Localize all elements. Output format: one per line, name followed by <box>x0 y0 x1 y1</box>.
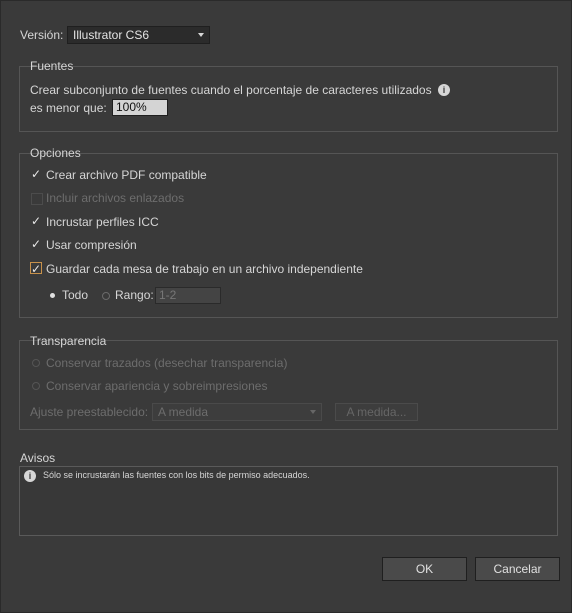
option-compression[interactable]: Usar compresión <box>46 238 137 252</box>
chevron-down-icon <box>310 410 316 414</box>
radio-unselected-icon <box>32 382 40 390</box>
transparencia-option-appearance: Conservar apariencia y sobreimpresiones <box>46 379 268 393</box>
option-pdf-compatible[interactable]: Crear archivo PDF compatible <box>46 168 207 182</box>
transparencia-title: Transparencia <box>30 334 107 348</box>
check-icon[interactable]: ✓ <box>30 215 42 227</box>
rango-input[interactable]: 1-2 <box>155 287 221 304</box>
info-icon: i <box>24 470 36 482</box>
avisos-title: Avisos <box>20 451 56 465</box>
radio-rango-label[interactable]: Rango: <box>115 288 154 302</box>
fuentes-title: Fuentes <box>30 59 74 73</box>
custom-preset-button: A medida... <box>335 403 418 421</box>
fuentes-description: Crear subconjunto de fuentes cuando el p… <box>30 83 432 97</box>
preset-label: Ajuste preestablecido: <box>30 405 149 419</box>
export-options-dialog: Versión: Illustrator CS6 Fuentes Crear s… <box>0 0 572 613</box>
radio-selected-icon[interactable] <box>50 293 55 298</box>
avisos-message: Sólo se incrustarán las fuentes con los … <box>43 470 310 480</box>
fuentes-threshold-input[interactable]: 100% <box>112 99 168 116</box>
version-select[interactable]: Illustrator CS6 <box>67 26 210 44</box>
check-icon[interactable]: ✓ <box>30 262 42 275</box>
radio-unselected-icon <box>32 359 40 367</box>
ok-button[interactable]: OK <box>382 557 467 581</box>
check-icon[interactable]: ✓ <box>30 168 42 180</box>
version-select-value: Illustrator CS6 <box>73 28 150 42</box>
radio-todo-label[interactable]: Todo <box>62 288 88 302</box>
info-icon: i <box>438 84 450 96</box>
transparencia-option-paths: Conservar trazados (desechar transparenc… <box>46 356 288 370</box>
option-separate-artboards[interactable]: Guardar cada mesa de trabajo en un archi… <box>46 262 363 276</box>
option-include-linked: Incluir archivos enlazados <box>46 191 185 205</box>
option-icc-profiles[interactable]: Incrustar perfiles ICC <box>46 215 159 229</box>
chevron-down-icon <box>198 33 204 37</box>
opciones-title: Opciones <box>30 146 81 160</box>
checkbox-empty-icon <box>31 193 43 205</box>
cancel-button[interactable]: Cancelar <box>475 557 560 581</box>
preset-select: A medida <box>152 403 322 421</box>
preset-select-value: A medida <box>158 405 209 419</box>
fuentes-threshold-label: es menor que: <box>30 101 107 115</box>
version-label: Versión: <box>20 28 64 42</box>
radio-unselected-icon[interactable] <box>102 292 110 300</box>
check-icon[interactable]: ✓ <box>30 238 42 250</box>
fuentes-group <box>19 66 558 132</box>
